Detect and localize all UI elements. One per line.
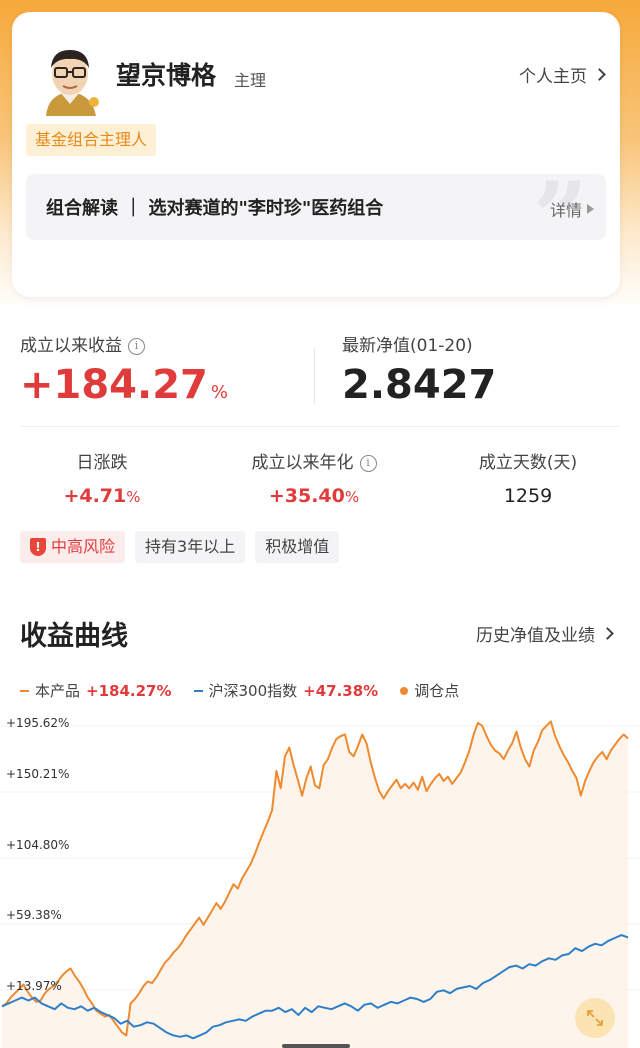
days-stat: 成立天数(天) 1259: [428, 448, 628, 507]
interpretation-banner[interactable]: ” 组合解读 ｜ 选对赛道的"李时珍"医药组合 详情: [26, 174, 606, 240]
risk-tag[interactable]: 中高风险: [20, 531, 126, 563]
legend-product-value: +184.27%: [86, 681, 172, 700]
manager-card: 望京博格 主理 个人主页 基金组合主理人 ” 组合解读 ｜ 选对赛道的"李时珍"…: [12, 12, 620, 297]
legend-index-value: +47.38%: [303, 681, 379, 700]
since-inception-label: 成立以来收益 i: [20, 331, 145, 356]
manager-avatar[interactable]: [38, 42, 102, 116]
legend-product[interactable]: 本产品 +184.27%: [20, 680, 172, 701]
chevron-right-icon: [593, 68, 606, 81]
profile-link-label: 个人主页: [519, 67, 587, 87]
percent-unit: %: [344, 488, 360, 506]
expand-icon: [587, 1010, 603, 1026]
percent-unit: %: [210, 382, 228, 403]
return-chart-svg: [0, 720, 640, 1048]
legend-index-swatch: [193, 689, 203, 692]
nav-label: 最新净值(01-20): [342, 336, 473, 356]
return-chart[interactable]: +195.62% +150.21% +104.80% +59.38% +13.9…: [0, 712, 640, 1048]
legend-rebalance-label: 调仓点: [414, 682, 460, 700]
manager-role: 主理: [234, 71, 267, 90]
info-icon[interactable]: i: [128, 337, 145, 355]
caret-right-icon: [587, 204, 594, 214]
holding-period-tag[interactable]: 持有3年以上: [135, 531, 246, 563]
interpretation-text: 组合解读 ｜ 选对赛道的"李时珍"医药组合: [46, 198, 384, 219]
days-value: 1259: [503, 485, 553, 507]
daily-change-value-row: +4.71%: [2, 485, 202, 507]
strategy-tag[interactable]: 积极增值: [255, 531, 340, 563]
y-tick-label: +150.21%: [6, 767, 70, 781]
section-title: 收益曲线: [20, 621, 128, 652]
expand-chart-button[interactable]: [575, 998, 615, 1038]
annualized-stat: 成立以来年化 i +35.40%: [214, 448, 414, 507]
detail-link-label: 详情: [549, 201, 582, 220]
chevron-right-icon: [601, 627, 614, 640]
legend-index-label: 沪深300指数: [208, 682, 298, 700]
stats-divider: [314, 348, 315, 404]
annualized-label-row: 成立以来年化 i: [214, 448, 414, 473]
daily-change-label: 日涨跌: [76, 453, 128, 473]
annualized-label: 成立以来年化: [251, 453, 354, 473]
y-tick-label: +59.38%: [6, 908, 62, 922]
history-link[interactable]: 历史净值及业绩: [476, 621, 614, 646]
product-area-fill: [2, 721, 628, 1048]
legend-product-label: 本产品: [35, 682, 81, 700]
y-tick-label: +195.62%: [6, 716, 70, 730]
annualized-value: +35.40: [268, 485, 345, 507]
risk-tag-label: 中高风险: [51, 537, 116, 556]
legend-rebalance[interactable]: 调仓点: [400, 680, 459, 701]
legend-product-swatch: [20, 689, 29, 692]
nav-value: 2.8427: [342, 362, 497, 408]
stats-separator: [20, 426, 620, 427]
y-tick-label: +104.80%: [6, 838, 70, 852]
home-indicator: [282, 1044, 350, 1048]
profile-link[interactable]: 个人主页: [519, 62, 606, 87]
since-inception-return: +184.27%: [20, 362, 228, 408]
history-link-label: 历史净值及业绩: [476, 626, 595, 646]
since-inception-label-text: 成立以来收益: [20, 336, 122, 356]
annualized-value-row: +35.40%: [214, 485, 414, 507]
days-label: 成立天数(天): [478, 453, 578, 473]
since-inception-value: +184.27: [20, 362, 208, 408]
info-icon[interactable]: i: [359, 454, 377, 472]
y-tick-label: +13.97%: [6, 979, 62, 993]
shield-icon: [30, 538, 46, 556]
percent-unit: %: [126, 488, 141, 506]
manager-name[interactable]: 望京博格: [116, 56, 216, 92]
daily-change-stat: 日涨跌 +4.71%: [2, 448, 202, 507]
legend-index[interactable]: 沪深300指数 +47.38%: [193, 680, 379, 701]
daily-change-value: +4.71: [63, 485, 127, 507]
legend-rebalance-swatch: [400, 686, 409, 695]
detail-link[interactable]: 详情: [550, 197, 594, 221]
fund-tags: 中高风险 持有3年以上 积极增值: [20, 531, 340, 563]
manager-badge: 基金组合主理人: [26, 124, 157, 156]
chart-legend: 本产品 +184.27% 沪深300指数 +47.38% 调仓点: [20, 680, 459, 701]
